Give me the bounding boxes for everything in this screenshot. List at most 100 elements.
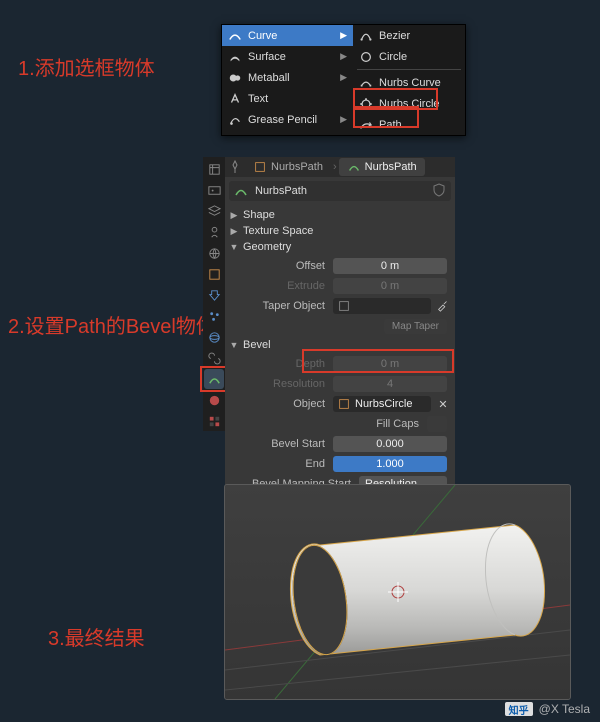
submenu-arrow-icon: ▶	[340, 72, 347, 83]
menu-item-surface[interactable]: Surface ▶	[222, 46, 353, 67]
watermark: 知乎 @X Tesla	[505, 702, 590, 716]
path-icon	[359, 118, 373, 132]
sidebar-viewlayer-icon[interactable]	[204, 201, 224, 221]
submenu-arrow-icon: ▶	[340, 51, 347, 62]
field-depth[interactable]: 0 m	[333, 356, 447, 372]
menu-item-circle[interactable]: Circle	[353, 46, 465, 67]
sidebar-object-icon[interactable]	[204, 264, 224, 284]
menu-label: Text	[248, 93, 268, 105]
fake-user-icon[interactable]	[431, 182, 447, 201]
label-taper-object: Taper Object	[233, 300, 333, 312]
surface-icon	[228, 50, 242, 64]
section-label: Bevel	[243, 339, 271, 351]
breadcrumb-row: NurbsPath › NurbsPath	[225, 157, 455, 177]
properties-panel: NurbsPath › NurbsPath NurbsPath ▶Shape ▶…	[225, 157, 455, 517]
field-bevel-start[interactable]: 0.000	[333, 436, 447, 452]
bezier-icon	[359, 29, 373, 43]
caption-3: 3.最终结果	[48, 622, 145, 651]
menu-item-bezier[interactable]: Bezier	[353, 25, 465, 46]
fill-caps-toggle[interactable]	[427, 416, 447, 432]
submenu-arrow-icon: ▶	[340, 114, 347, 125]
curve-icon	[228, 29, 242, 43]
menu-item-text[interactable]: Text	[222, 88, 353, 109]
field-extrude[interactable]: 0 m	[333, 278, 447, 294]
object-picker-icon	[337, 299, 351, 313]
pin-icon[interactable]	[227, 159, 243, 175]
sidebar-constraint-icon[interactable]	[204, 348, 224, 368]
sidebar-particle-icon[interactable]	[204, 306, 224, 326]
field-offset[interactable]: 0 m	[333, 258, 447, 274]
watermark-author: @X Tesla	[539, 702, 590, 716]
menu-item-metaball[interactable]: Metaball ▶	[222, 67, 353, 88]
menu-item-curve[interactable]: Curve ▶	[222, 25, 353, 46]
section-label: Shape	[243, 209, 275, 221]
breadcrumb-sep: ›	[333, 161, 337, 173]
datablock-name-field[interactable]: NurbsPath	[229, 181, 451, 201]
section-geometry[interactable]: ▼Geometry	[229, 239, 451, 255]
add-menu-col2: Bezier Circle Nurbs Curve Nurbs Circle P…	[353, 25, 465, 135]
label-depth: Depth	[233, 358, 333, 370]
clear-button[interactable]: ✕	[435, 398, 451, 411]
section-label: Texture Space	[243, 225, 313, 237]
label-extrude: Extrude	[233, 280, 333, 292]
metaball-icon	[228, 71, 242, 85]
sidebar-modifier-icon[interactable]	[204, 285, 224, 305]
field-bevel-object[interactable]: NurbsCircle	[333, 396, 431, 412]
menu-item-nurbs-circle[interactable]: Nurbs Circle	[353, 93, 465, 114]
breadcrumb-label: NurbsPath	[271, 161, 323, 173]
datablock-name: NurbsPath	[255, 185, 425, 197]
chevron-right-icon: ▶	[229, 226, 239, 237]
sidebar-render-icon[interactable]	[204, 159, 224, 179]
menu-label: Metaball	[248, 72, 290, 84]
nurbs-circle-icon	[359, 97, 373, 111]
label-end: End	[233, 458, 333, 470]
field-taper-object[interactable]	[333, 298, 431, 314]
curve-icon	[233, 183, 249, 199]
breadcrumb-data[interactable]: NurbsPath	[339, 158, 425, 176]
section-shape[interactable]: ▶Shape	[229, 207, 451, 223]
caption-2: 2.设置Path的Bevel物体	[8, 310, 216, 339]
menu-label: Surface	[248, 51, 286, 63]
submenu-arrow-icon: ▶	[340, 30, 347, 41]
section-label: Geometry	[243, 241, 291, 253]
curve-data-icon	[347, 160, 361, 174]
label-bevel-start: Bevel Start	[233, 438, 333, 450]
menu-label: Circle	[379, 51, 407, 63]
sidebar-curve-data-icon[interactable]	[204, 369, 224, 389]
object-icon	[253, 160, 267, 174]
sidebar-material-icon[interactable]	[204, 390, 224, 410]
viewport-result	[224, 484, 571, 700]
menu-label: Grease Pencil	[248, 114, 317, 126]
breadcrumb-label: NurbsPath	[365, 161, 417, 173]
sidebar-scene-icon[interactable]	[204, 222, 224, 242]
menu-label: Nurbs Circle	[379, 98, 440, 110]
zhihu-logo: 知乎	[505, 702, 533, 716]
text-icon	[228, 92, 242, 106]
geometry-props: Offset0 m Extrude0 m Taper Object Map Ta…	[233, 257, 451, 335]
sidebar-texture-icon[interactable]	[204, 411, 224, 431]
add-menu-col1: Curve ▶ Surface ▶ Metaball ▶ Text Grease Pe…	[222, 25, 353, 135]
menu-item-path[interactable]: Path	[353, 114, 465, 135]
menu-label: Bezier	[379, 30, 410, 42]
eyedropper-icon[interactable]	[435, 298, 451, 315]
sidebar-output-icon[interactable]	[204, 180, 224, 200]
menu-label: Curve	[248, 30, 277, 42]
menu-item-gpencil[interactable]: Grease Pencil ▶	[222, 109, 353, 130]
label-resolution: Resolution	[233, 378, 333, 390]
section-texture-space[interactable]: ▶ Texture Space	[229, 223, 451, 239]
section-bevel[interactable]: ▼Bevel	[229, 337, 451, 353]
label-fill-caps: Fill Caps	[376, 418, 427, 430]
object-picker-icon	[337, 397, 351, 411]
sidebar-physics-icon[interactable]	[204, 327, 224, 347]
breadcrumb-object[interactable]: NurbsPath	[245, 158, 331, 176]
bevel-obj-val: NurbsCircle	[355, 396, 412, 412]
menu-separator	[357, 69, 461, 70]
map-taper-button[interactable]: Map Taper	[384, 319, 447, 334]
sidebar-world-icon[interactable]	[204, 243, 224, 263]
menu-item-nurbs-curve[interactable]: Nurbs Curve	[353, 72, 465, 93]
label-offset: Offset	[233, 260, 333, 272]
menu-label: Nurbs Curve	[379, 77, 441, 89]
field-resolution[interactable]: 4	[333, 376, 447, 392]
field-bevel-end[interactable]: 1.000	[333, 456, 447, 472]
add-menu: Curve ▶ Surface ▶ Metaball ▶ Text Grease Pe…	[221, 24, 466, 136]
